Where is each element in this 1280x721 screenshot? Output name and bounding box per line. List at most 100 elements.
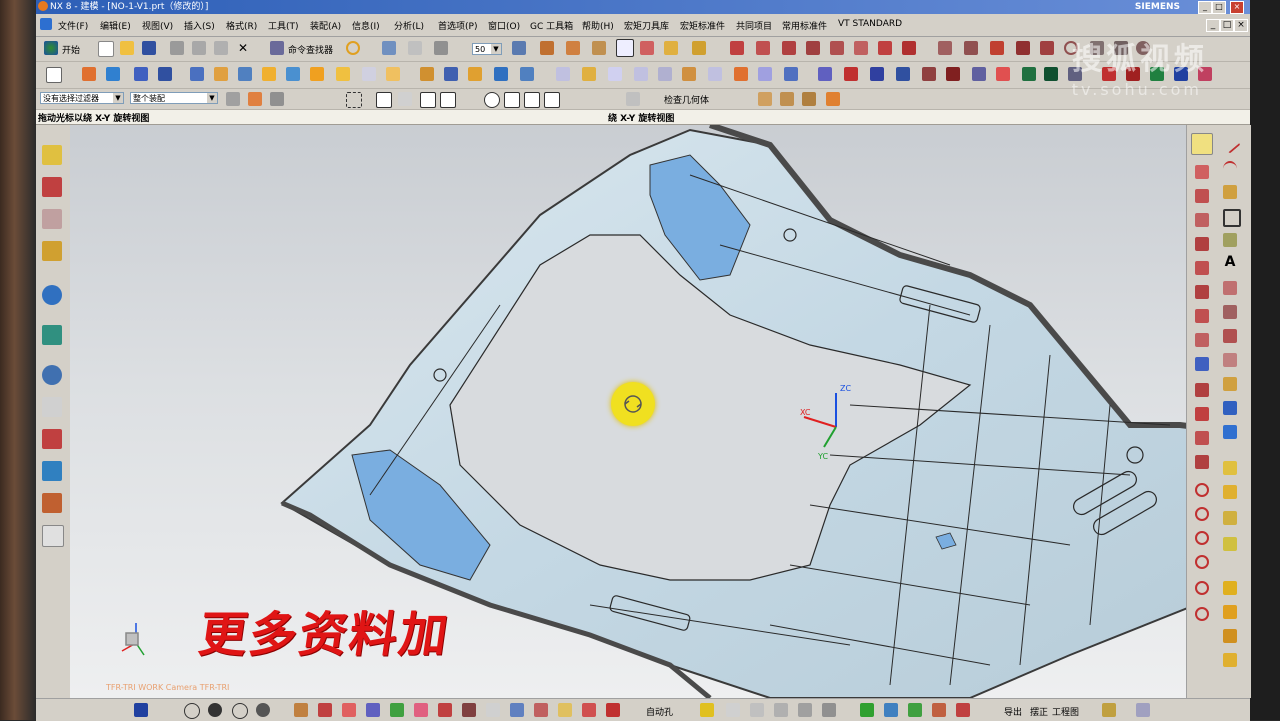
- section-icon[interactable]: [756, 41, 770, 55]
- tool-bottom-r[interactable]: [774, 703, 788, 717]
- snap-intersect-icon[interactable]: [524, 92, 540, 108]
- pin-icon[interactable]: [990, 41, 1004, 55]
- subtract-icon[interactable]: [468, 67, 482, 81]
- view-icon-b[interactable]: [184, 703, 200, 719]
- rectangle-icon[interactable]: [1223, 209, 1241, 227]
- pattern-icon[interactable]: [386, 67, 400, 81]
- doc-close-button[interactable]: ×: [1234, 19, 1248, 32]
- tool-bottom-m[interactable]: [582, 703, 596, 717]
- reuse-library-icon[interactable]: [42, 241, 62, 261]
- helix-icon[interactable]: [1223, 305, 1237, 319]
- snap-settings-icon[interactable]: [226, 92, 240, 106]
- deselect-icon[interactable]: [270, 92, 284, 106]
- polyline-icon[interactable]: [1223, 233, 1237, 247]
- slot-icon[interactable]: [214, 67, 228, 81]
- menu-common-standard[interactable]: 常用标准件: [782, 19, 827, 32]
- layer-icon[interactable]: [512, 41, 526, 55]
- trim-body-icon[interactable]: [520, 67, 534, 81]
- bolt-icon[interactable]: [1040, 41, 1054, 55]
- snap-point-icon[interactable]: [376, 92, 392, 108]
- tool-bottom-w[interactable]: [932, 703, 946, 717]
- block-d-icon[interactable]: [1223, 653, 1237, 667]
- gray-block-icon[interactable]: [434, 41, 448, 55]
- tool-bottom-f[interactable]: [414, 703, 428, 717]
- pocket-icon[interactable]: [190, 67, 204, 81]
- menu-insert[interactable]: 插入(S): [184, 19, 215, 32]
- snap-center-icon[interactable]: [484, 92, 500, 108]
- green-block-icon[interactable]: [1022, 67, 1036, 81]
- view-orient-icon[interactable]: [938, 41, 952, 55]
- menu-analysis[interactable]: 分析(L): [394, 19, 424, 32]
- roles-icon[interactable]: [42, 493, 62, 513]
- thread-icon[interactable]: [262, 67, 276, 81]
- offset-curve-icon[interactable]: [1223, 377, 1237, 391]
- tool-bottom-y[interactable]: [1102, 703, 1116, 717]
- circle-draw-icon[interactable]: [1223, 185, 1237, 199]
- spline-icon[interactable]: [878, 41, 892, 55]
- tool-bottom-o[interactable]: [700, 703, 714, 717]
- select-all-icon[interactable]: [248, 92, 262, 106]
- snap-quadrant-icon[interactable]: [504, 92, 520, 108]
- assembly-navigator-icon[interactable]: [42, 145, 62, 165]
- paste-icon[interactable]: [214, 41, 228, 55]
- open-folder-icon[interactable]: [120, 41, 134, 55]
- process-studio-icon[interactable]: [42, 429, 62, 449]
- split-body-icon[interactable]: [556, 67, 570, 81]
- check-icon-a[interactable]: [758, 92, 772, 106]
- unite-icon[interactable]: [444, 67, 458, 81]
- view-icon-a[interactable]: [134, 703, 148, 717]
- history-icon[interactable]: [42, 365, 62, 385]
- tool-bottom-n[interactable]: [606, 703, 620, 717]
- plate-icon[interactable]: [946, 67, 960, 81]
- wrench-icon[interactable]: [540, 41, 554, 55]
- menu-vt-standard[interactable]: VT STANDARD: [838, 19, 902, 29]
- sketch-icon[interactable]: [566, 41, 580, 55]
- command-finder-icon[interactable]: [270, 41, 284, 55]
- tool-bottom-k[interactable]: [534, 703, 548, 717]
- curve-d-icon[interactable]: [1195, 237, 1209, 251]
- cube-red-icon[interactable]: [844, 67, 858, 81]
- assembly-scope-select[interactable]: 整个装配 ▼: [130, 92, 218, 104]
- doc-restore-button[interactable]: □: [1220, 19, 1234, 32]
- wcs-icon[interactable]: [616, 39, 634, 57]
- menu-gc-toolbox[interactable]: GC 工具箱: [530, 19, 573, 32]
- menu-common-project[interactable]: 共同项目: [736, 19, 772, 32]
- check-icon-d[interactable]: [826, 92, 840, 106]
- hd3d-icon[interactable]: [42, 285, 62, 305]
- menu-macro-tools[interactable]: 宏矩刀具库: [624, 19, 669, 32]
- intersect-icon[interactable]: [494, 67, 508, 81]
- menu-assembly[interactable]: 装配(A): [310, 19, 341, 32]
- close-button[interactable]: ×: [1230, 1, 1244, 14]
- new-sketch-icon[interactable]: [46, 67, 62, 83]
- manufacturing-wizard-icon[interactable]: [42, 461, 62, 481]
- tool-bottom-g[interactable]: [438, 703, 452, 717]
- trim-icon[interactable]: [902, 41, 916, 55]
- line-icon[interactable]: [1219, 132, 1241, 154]
- doc-minimize-button[interactable]: _: [1206, 19, 1220, 32]
- save-icon[interactable]: [142, 41, 156, 55]
- check-geometry-button[interactable]: 检查几何体: [664, 93, 709, 106]
- tool-bottom-d[interactable]: [366, 703, 380, 717]
- surface-b-icon[interactable]: [1223, 485, 1237, 499]
- maximize-button[interactable]: □: [1212, 1, 1226, 14]
- tool-bottom-s[interactable]: [798, 703, 812, 717]
- box-select-icon[interactable]: [346, 92, 362, 108]
- tool-bottom-e[interactable]: [390, 703, 404, 717]
- shape-icon[interactable]: [1223, 281, 1237, 295]
- die-icon[interactable]: [972, 67, 986, 81]
- curve-b-icon[interactable]: [1195, 189, 1209, 203]
- view-icon-e[interactable]: [256, 703, 270, 717]
- boss-icon[interactable]: [158, 67, 172, 81]
- patch-icon[interactable]: [658, 67, 672, 81]
- delete-icon[interactable]: ✕: [236, 41, 250, 55]
- measure-icon[interactable]: [692, 41, 706, 55]
- menu-window[interactable]: 窗口(O): [488, 19, 520, 32]
- align-button[interactable]: 摆正: [1030, 705, 1048, 718]
- tool-bottom-j[interactable]: [510, 703, 524, 717]
- dimension-icon[interactable]: [592, 41, 606, 55]
- tool-bottom-p[interactable]: [726, 703, 740, 717]
- tool-bottom-z[interactable]: [1136, 703, 1150, 717]
- circle-point-d-icon[interactable]: [1195, 555, 1209, 569]
- curve-e-icon[interactable]: [1195, 261, 1209, 275]
- snap-face-icon[interactable]: [626, 92, 640, 106]
